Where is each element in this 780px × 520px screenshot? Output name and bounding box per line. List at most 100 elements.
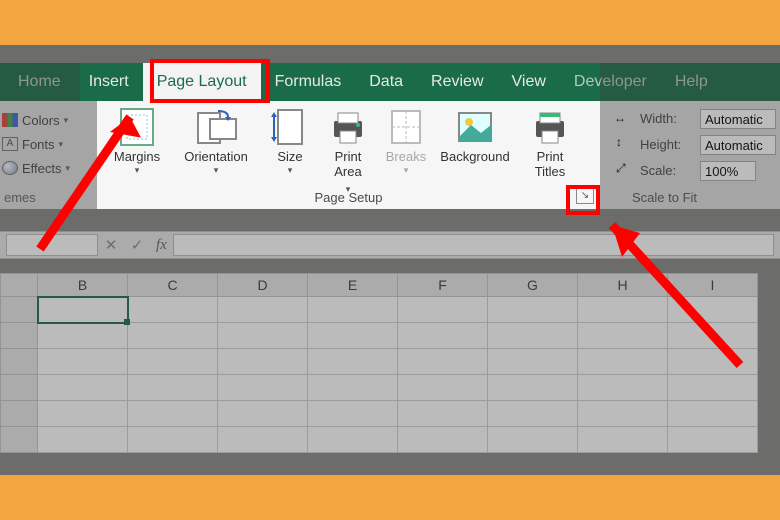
dropdown-icon: ▾ <box>378 165 434 176</box>
tab-insert[interactable]: Insert <box>75 63 143 101</box>
cell[interactable] <box>308 349 398 375</box>
tab-formulas[interactable]: Formulas <box>261 63 356 101</box>
cell[interactable] <box>668 427 758 453</box>
cell[interactable] <box>218 297 308 323</box>
scale-group-label: Scale to Fit <box>632 190 697 205</box>
size-button[interactable]: Size ▾ <box>262 107 318 176</box>
themes-group-label: emes <box>4 190 36 205</box>
cell[interactable] <box>578 323 668 349</box>
theme-colors[interactable]: Colors ▾ <box>2 109 68 131</box>
row-header[interactable] <box>0 401 38 427</box>
cell[interactable] <box>488 375 578 401</box>
cell[interactable] <box>668 349 758 375</box>
row-header[interactable] <box>0 349 38 375</box>
column-header[interactable]: D <box>218 273 308 297</box>
breaks-label: Breaks <box>378 149 434 164</box>
cell[interactable] <box>308 297 398 323</box>
cell[interactable] <box>398 349 488 375</box>
orientation-button[interactable]: Orientation ▾ <box>174 107 258 176</box>
cell[interactable] <box>578 427 668 453</box>
row-header[interactable] <box>0 323 38 349</box>
active-cell[interactable] <box>38 297 128 323</box>
print-area-button[interactable]: Print Area ▾ <box>320 107 376 197</box>
cell[interactable] <box>128 349 218 375</box>
margins-icon <box>115 107 159 147</box>
width-select[interactable]: Automatic <box>700 109 776 129</box>
cell[interactable] <box>488 427 578 453</box>
cell[interactable] <box>218 427 308 453</box>
cell[interactable] <box>128 323 218 349</box>
breaks-button[interactable]: Breaks ▾ <box>378 107 434 176</box>
column-header[interactable]: E <box>308 273 398 297</box>
cell[interactable] <box>578 297 668 323</box>
cell[interactable] <box>308 323 398 349</box>
fx-icon[interactable]: fx <box>150 237 173 254</box>
cell[interactable] <box>398 427 488 453</box>
grid-row <box>0 427 780 453</box>
grid-row <box>0 323 780 349</box>
cell[interactable] <box>398 375 488 401</box>
cell[interactable] <box>128 375 218 401</box>
grid-row <box>0 349 780 375</box>
cell[interactable] <box>308 427 398 453</box>
tab-help[interactable]: Help <box>661 63 722 101</box>
cancel-formula-button[interactable]: ✕ <box>98 236 124 254</box>
cell[interactable] <box>488 323 578 349</box>
column-header[interactable]: B <box>38 273 128 297</box>
formula-input[interactable] <box>173 234 774 256</box>
cell[interactable] <box>38 323 128 349</box>
cell[interactable] <box>218 323 308 349</box>
cell[interactable] <box>128 297 218 323</box>
cell[interactable] <box>218 375 308 401</box>
cell[interactable] <box>308 401 398 427</box>
cell[interactable] <box>218 349 308 375</box>
cell[interactable] <box>398 297 488 323</box>
column-header[interactable]: I <box>668 273 758 297</box>
print-titles-button[interactable]: Print Titles <box>522 107 578 179</box>
scale-input[interactable]: 100% <box>700 161 756 181</box>
enter-formula-button[interactable]: ✓ <box>124 236 150 254</box>
cell[interactable] <box>668 297 758 323</box>
cell[interactable] <box>128 401 218 427</box>
column-header[interactable]: C <box>128 273 218 297</box>
effects-icon <box>2 161 18 175</box>
tab-developer[interactable]: Developer <box>560 63 661 101</box>
cell[interactable] <box>668 323 758 349</box>
cell[interactable] <box>578 349 668 375</box>
cell[interactable] <box>38 375 128 401</box>
cell[interactable] <box>488 349 578 375</box>
cell[interactable] <box>668 401 758 427</box>
cell[interactable] <box>218 401 308 427</box>
row-header[interactable] <box>0 297 38 323</box>
column-header[interactable]: G <box>488 273 578 297</box>
cell[interactable] <box>668 375 758 401</box>
cell[interactable] <box>38 401 128 427</box>
row-header[interactable] <box>0 427 38 453</box>
cell[interactable] <box>578 401 668 427</box>
cell[interactable] <box>398 401 488 427</box>
cell[interactable] <box>398 323 488 349</box>
cell[interactable] <box>38 349 128 375</box>
tab-view[interactable]: View <box>498 63 560 101</box>
select-all-corner[interactable] <box>0 273 38 297</box>
column-header[interactable]: H <box>578 273 668 297</box>
cell[interactable] <box>578 375 668 401</box>
margins-button[interactable]: Margins ▾ <box>100 107 174 176</box>
cell[interactable] <box>308 375 398 401</box>
cell[interactable] <box>128 427 218 453</box>
column-header[interactable]: F <box>398 273 488 297</box>
tab-review[interactable]: Review <box>417 63 497 101</box>
cell[interactable] <box>488 297 578 323</box>
cell[interactable] <box>38 427 128 453</box>
tab-home[interactable]: Home <box>0 63 75 101</box>
tab-data[interactable]: Data <box>355 63 417 101</box>
row-header[interactable] <box>0 375 38 401</box>
page-setup-dialog-launcher[interactable]: ↘ <box>576 188 594 204</box>
tab-page-layout[interactable]: Page Layout <box>143 63 261 101</box>
theme-effects[interactable]: Effects ▾ <box>2 157 70 179</box>
cell[interactable] <box>488 401 578 427</box>
theme-fonts[interactable]: A Fonts ▾ <box>2 133 63 155</box>
name-box[interactable] <box>6 234 98 256</box>
background-button[interactable]: Background <box>434 107 516 164</box>
height-select[interactable]: Automatic <box>700 135 776 155</box>
